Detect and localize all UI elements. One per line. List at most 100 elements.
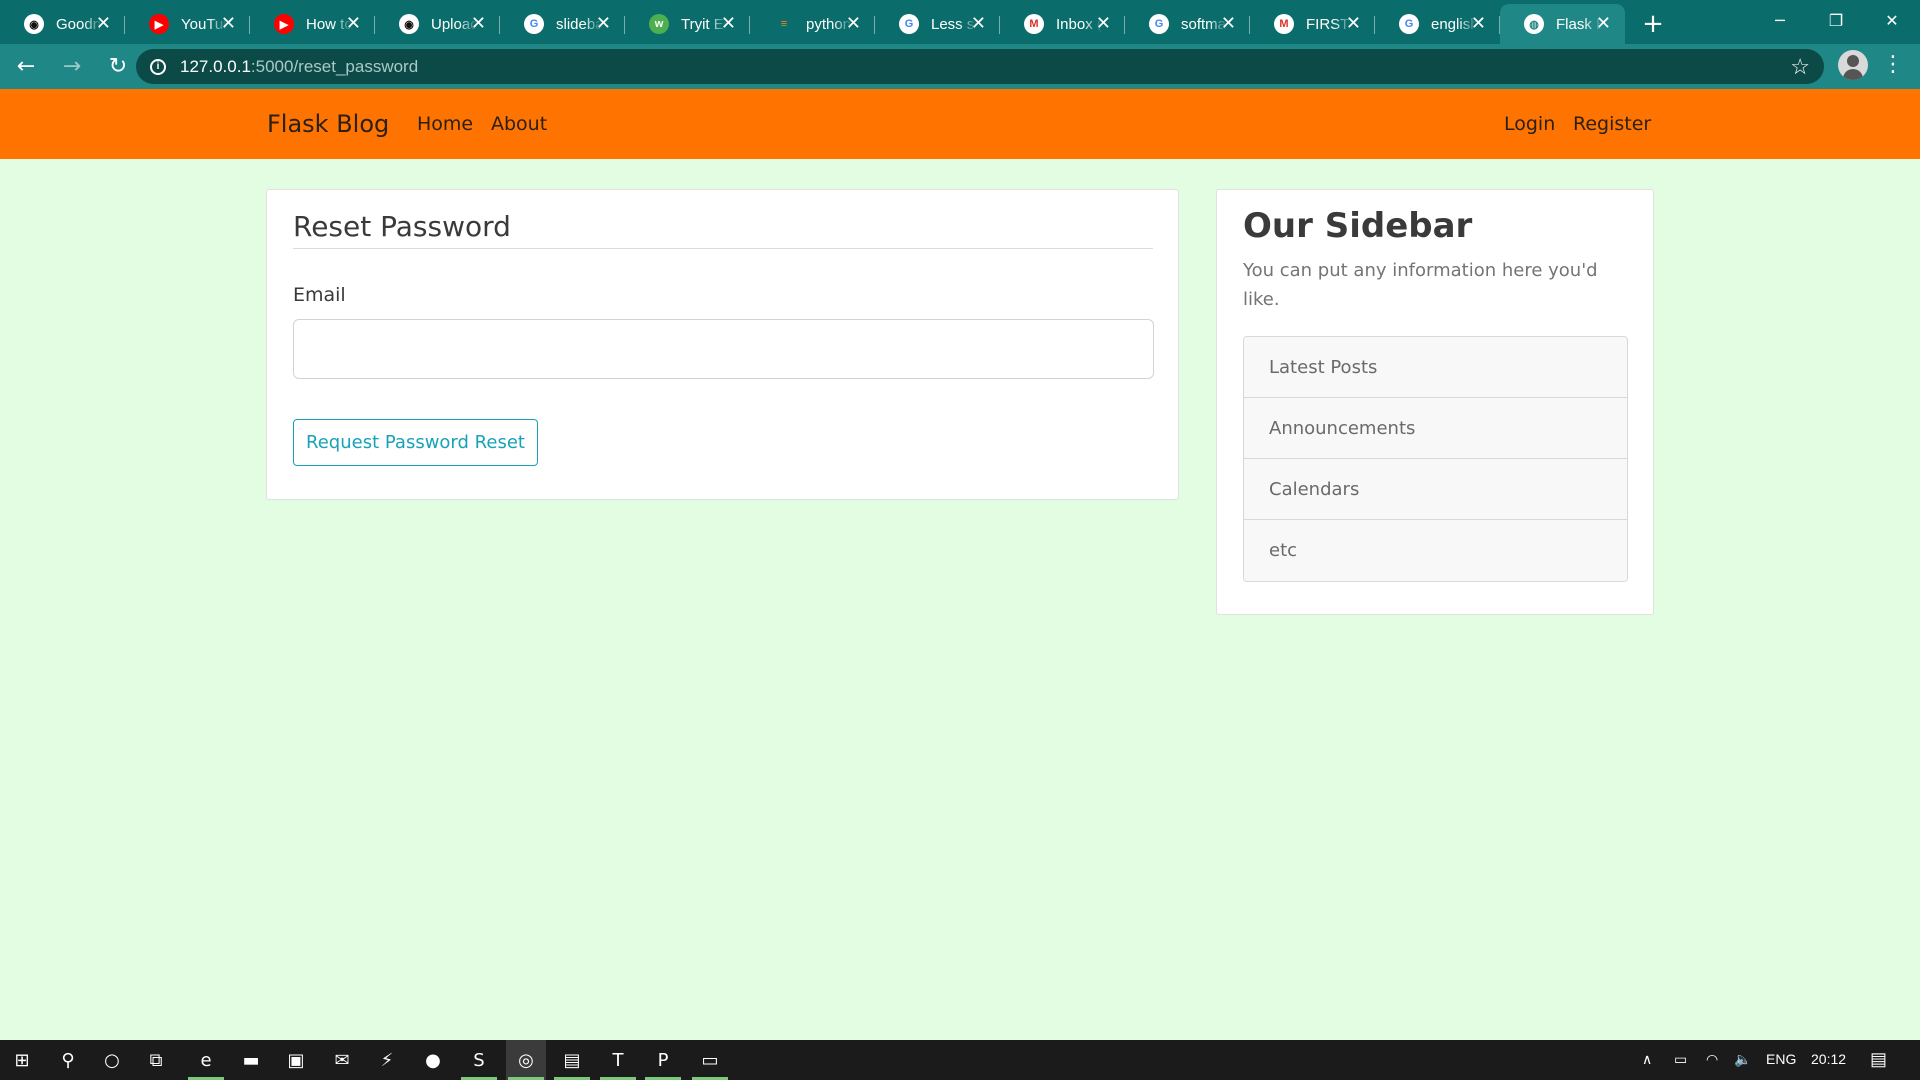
tab-close-icon[interactable]: ✕ [96,13,111,33]
store-icon[interactable]: ▣ [276,1040,316,1080]
window-controls: ─ ❐ ✕ [1752,0,1920,40]
gmail-icon: M [1024,14,1044,34]
globe-icon: ◍ [1524,14,1544,34]
browser-tab[interactable]: ◍ Flask B ✕ [1500,4,1625,44]
sidebar-list: Latest Posts Announcements Calendars etc [1243,336,1628,582]
bookmark-star-icon[interactable]: ☆ [1790,54,1810,80]
browser-tab[interactable]: MFIRST I✕ [1250,4,1375,44]
profile-avatar[interactable] [1838,50,1868,80]
google-icon: G [524,14,544,34]
browser-tab[interactable]: M Inbox (✕ [1000,4,1125,44]
browser-tab[interactable]: ▶ YouTub ✕ [125,4,250,44]
browser-tab[interactable]: Gslideba ✕ [500,4,625,44]
typora-icon[interactable]: T [598,1040,638,1080]
file-explorer-icon[interactable]: ▬ [231,1040,271,1080]
stackoverflow-icon: ≡ [780,18,788,30]
minimize-button[interactable]: ─ [1752,0,1808,40]
sublime-text-icon[interactable]: S [459,1040,499,1080]
info-icon[interactable]: i [150,58,166,75]
brand-link[interactable]: Flask Blog [267,110,389,138]
google-icon: G [899,14,919,34]
sidebar-card: Our Sidebar You can put any information … [1216,189,1654,615]
tab-close-icon[interactable]: ✕ [846,13,861,33]
youtube-icon: ▶ [274,14,294,34]
youtube-icon: ▶ [149,14,169,34]
search-icon[interactable]: ⚲ [48,1040,88,1080]
cortana-icon[interactable]: ○ [92,1040,132,1080]
gmail-icon: M [1274,14,1294,34]
title-divider [293,248,1153,249]
browser-menu-icon[interactable]: ⋮ [1882,52,1904,78]
lightning-app-icon[interactable]: ⚡ [367,1040,407,1080]
clock[interactable]: 20:12 [1811,1051,1846,1067]
browser-tab[interactable]: Gsoftma ✕ [1125,4,1250,44]
start-button[interactable]: ⊞ [2,1040,42,1080]
battery-icon[interactable]: ▭ [1674,1051,1687,1068]
close-window-button[interactable]: ✕ [1864,0,1920,40]
sidebar-item-latest-posts[interactable]: Latest Posts [1244,337,1627,398]
sidebar-item-etc[interactable]: etc [1244,520,1627,581]
email-field[interactable] [293,319,1154,379]
archive-icon[interactable]: ▤ [552,1040,592,1080]
w3schools-icon: w [649,14,669,34]
tab-close-icon[interactable]: ✕ [596,13,611,33]
wifi-icon[interactable]: ◠ [1706,1051,1718,1068]
sidebar-description: You can put any information here you'd l… [1243,260,1598,310]
browser-toolbar: ← → ↻ i 127.0.0.1:5000/reset_password ☆ … [0,44,1920,89]
nav-about-link[interactable]: About [491,113,547,135]
tab-close-icon[interactable]: ✕ [721,13,736,33]
browser-tab[interactable]: ≡ python ✕ [750,4,875,44]
browser-tab[interactable]: GLess se✕ [875,4,1000,44]
page-title: Reset Password [293,210,511,243]
tab-close-icon[interactable]: ✕ [1221,13,1236,33]
tab-close-icon[interactable]: ✕ [1471,13,1486,33]
reload-button[interactable]: ↻ [98,47,138,87]
google-icon: G [1149,14,1169,34]
browser-tabstrip: ◉ Goodn ✕ ▶ YouTub ✕ ▶ How to ✕ ◉ Upload ✕ Gslideba ✕… [0,0,1920,44]
language-indicator[interactable]: ENG [1766,1051,1796,1067]
tab-close-icon[interactable]: ✕ [221,13,236,33]
windows-taskbar: ⊞ ⚲ ○ ⧉ e ▬ ▣ ✉ ⚡ ● S ◎ ▤ T P ▭ ∧ ▭ ◠ 🔈 ENG 20:12 ▤ [0,1040,1920,1080]
tab-close-icon[interactable]: ✕ [1096,13,1111,33]
request-password-reset-button[interactable]: Request Password Reset [293,419,538,466]
nav-login-link[interactable]: Login [1504,113,1555,135]
browser-tab[interactable]: ▶ How to ✕ [250,4,375,44]
tab-close-icon[interactable]: ✕ [346,13,361,33]
forward-button[interactable]: → [52,47,92,87]
address-bar[interactable]: i 127.0.0.1:5000/reset_password ☆ [136,49,1824,84]
browser-tab[interactable]: wTryit Ed✕ [625,4,750,44]
tray-chevron-icon[interactable]: ∧ [1642,1051,1652,1068]
tab-close-icon[interactable]: ✕ [1346,13,1361,33]
restore-button[interactable]: ❐ [1808,0,1864,40]
volume-icon[interactable]: 🔈 [1734,1051,1751,1068]
browser-tab[interactable]: Genglish ✕ [1375,4,1500,44]
tab-close-icon[interactable]: ✕ [1596,13,1611,33]
new-tab-button[interactable]: + [1629,4,1677,44]
google-icon: G [1399,14,1419,34]
terminal-icon[interactable]: ▭ [690,1040,730,1080]
chrome-icon[interactable]: ◎ [506,1040,546,1080]
browser-tab[interactable]: ◉ Upload ✕ [375,4,500,44]
back-button[interactable]: ← [6,47,46,87]
sidebar-item-announcements[interactable]: Announcements [1244,398,1627,459]
url-host: 127.0.0.1 [180,56,251,76]
github-icon: ◉ [399,14,419,34]
mail-icon[interactable]: ✉ [322,1040,362,1080]
sidebar-item-calendars[interactable]: Calendars [1244,459,1627,520]
notifications-icon[interactable]: ▤ [1870,1049,1887,1070]
github-icon: ◉ [24,14,44,34]
email-label: Email [293,284,346,306]
reset-password-card: Reset Password Email Request Password Re… [266,189,1179,500]
browser-tab[interactable]: ◉ Goodn ✕ [0,4,125,44]
task-view-icon[interactable]: ⧉ [136,1040,176,1080]
round-app-icon[interactable]: ● [413,1040,453,1080]
powerpoint-icon[interactable]: P [643,1040,683,1080]
nav-register-link[interactable]: Register [1573,113,1651,135]
edge-icon[interactable]: e [186,1040,226,1080]
tab-close-icon[interactable]: ✕ [971,13,986,33]
tab-close-icon[interactable]: ✕ [471,13,486,33]
tab-list: ◉ Goodn ✕ ▶ YouTub ✕ ▶ How to ✕ ◉ Upload ✕ Gslideba ✕… [0,4,1625,44]
url-path: :5000/reset_password [250,56,419,76]
nav-home-link[interactable]: Home [417,113,473,135]
sidebar-title: Our Sidebar [1243,206,1473,246]
